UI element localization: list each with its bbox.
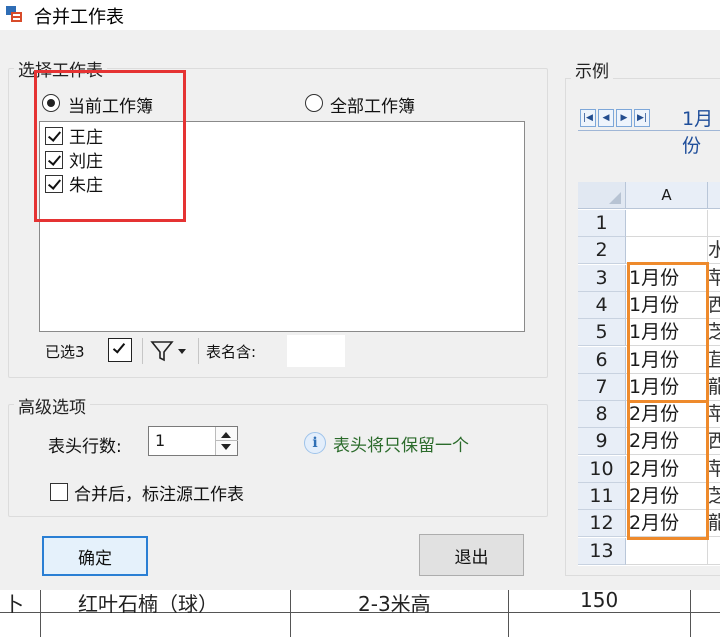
grid-cell-b: 苹: [708, 265, 720, 292]
ok-button[interactable]: 确定: [42, 536, 148, 576]
grid-cell-b: [708, 538, 720, 565]
column-header-b: [708, 182, 720, 209]
header-rows-value[interactable]: 1: [155, 431, 165, 450]
header-rows-stepper[interactable]: 1: [148, 426, 238, 456]
stepper-buttons[interactable]: [215, 427, 238, 455]
row-header: 5: [578, 319, 626, 347]
sheet-cell: 卜: [4, 592, 24, 616]
background-spreadsheet: 卜 红叶石楠（球） 2-3米高 150: [0, 588, 720, 637]
row-header: 7: [578, 373, 626, 401]
row-header: 6: [578, 346, 626, 374]
row-header: 2: [578, 237, 626, 265]
app-icon: [6, 6, 22, 22]
grid-cell-b: 西: [708, 292, 720, 319]
sheet-cell: 150: [580, 588, 619, 612]
title-bar[interactable]: 合并工作表: [0, 0, 720, 30]
example-sheet-tab: 1月份: [682, 108, 714, 157]
orange-highlight-jan: [627, 262, 709, 403]
grid-cell-a: [626, 537, 708, 565]
column-header-a: A: [626, 182, 708, 209]
sheet-gridline: [40, 588, 41, 637]
mark-source-label[interactable]: 合并后，标注源工作表: [74, 480, 244, 505]
stepper-divider: [216, 440, 238, 441]
grid-corner: [578, 182, 626, 209]
info-icon: i: [304, 432, 326, 454]
selected-count: 已选3: [45, 343, 85, 361]
last-sheet-icon[interactable]: ▶|: [634, 109, 650, 127]
name-filter-input[interactable]: [287, 335, 345, 367]
grid-cell-b: 芝: [708, 483, 720, 510]
row-header: 12: [578, 510, 626, 538]
toolbar-divider: [142, 338, 143, 364]
mark-source-checkbox[interactable]: [50, 483, 68, 501]
row-header: 4: [578, 291, 626, 319]
header-rows-label: 表头行数:: [48, 437, 122, 457]
window-title: 合并工作表: [34, 7, 124, 28]
prev-sheet-icon[interactable]: ◀: [598, 109, 614, 127]
sheet-gridline: [508, 588, 509, 637]
next-sheet-icon[interactable]: ▶: [616, 109, 632, 127]
grid-cell-b: [708, 210, 720, 237]
info-text: 表头将只保留一个: [333, 436, 469, 456]
merge-sheets-dialog: 合并工作表 选择工作表 当前工作簿 全部工作簿 王庄 刘庄 朱庄 已选3 表名含…: [0, 0, 720, 590]
row-header: 3: [578, 264, 626, 292]
exit-button[interactable]: 退出: [419, 534, 524, 576]
red-highlight-box: [34, 70, 186, 222]
grid-cell-a: [626, 237, 708, 265]
sheet-cell: 红叶石楠（球）: [78, 592, 218, 616]
row-header: 10: [578, 455, 626, 483]
sheet-cell: 2-3米高: [358, 592, 431, 616]
advanced-options-group-title: 高级选项: [14, 393, 90, 418]
first-sheet-icon[interactable]: |◀: [580, 109, 596, 127]
check-icon: [112, 340, 126, 354]
toolbar-divider: [198, 338, 199, 364]
grid-cell-b: 西: [708, 428, 720, 456]
grid-cell-b: 苴: [708, 347, 720, 374]
grid-cell-b: 芝: [708, 319, 720, 347]
example-group-title: 示例: [571, 57, 613, 82]
grid-cell-b: 龍: [708, 374, 720, 401]
select-all-toggle[interactable]: [108, 338, 132, 362]
grid-cell-b: 苹: [708, 456, 720, 483]
grid-cell-b: 水: [708, 237, 720, 265]
row-header: 13: [578, 537, 626, 565]
orange-highlight-feb: [627, 400, 709, 540]
row-header: 11: [578, 483, 626, 510]
stepper-down-icon[interactable]: [221, 444, 231, 450]
sheet-gridline: [690, 588, 691, 637]
grid-cell-a: [626, 210, 708, 237]
row-header: 9: [578, 428, 626, 456]
sheet-gridline: [290, 588, 291, 637]
stepper-up-icon[interactable]: [221, 432, 231, 438]
grid-cell-b: 苹: [708, 401, 720, 429]
name-filter-label: 表名含:: [206, 343, 257, 361]
radio-all-workbooks-label[interactable]: 全部工作簿: [330, 92, 415, 117]
radio-all-workbooks[interactable]: [305, 94, 323, 112]
grid-cell-b: 龍: [708, 510, 720, 538]
row-header: 8: [578, 401, 626, 429]
row-header: 1: [578, 210, 626, 237]
filter-icon[interactable]: [150, 339, 190, 363]
